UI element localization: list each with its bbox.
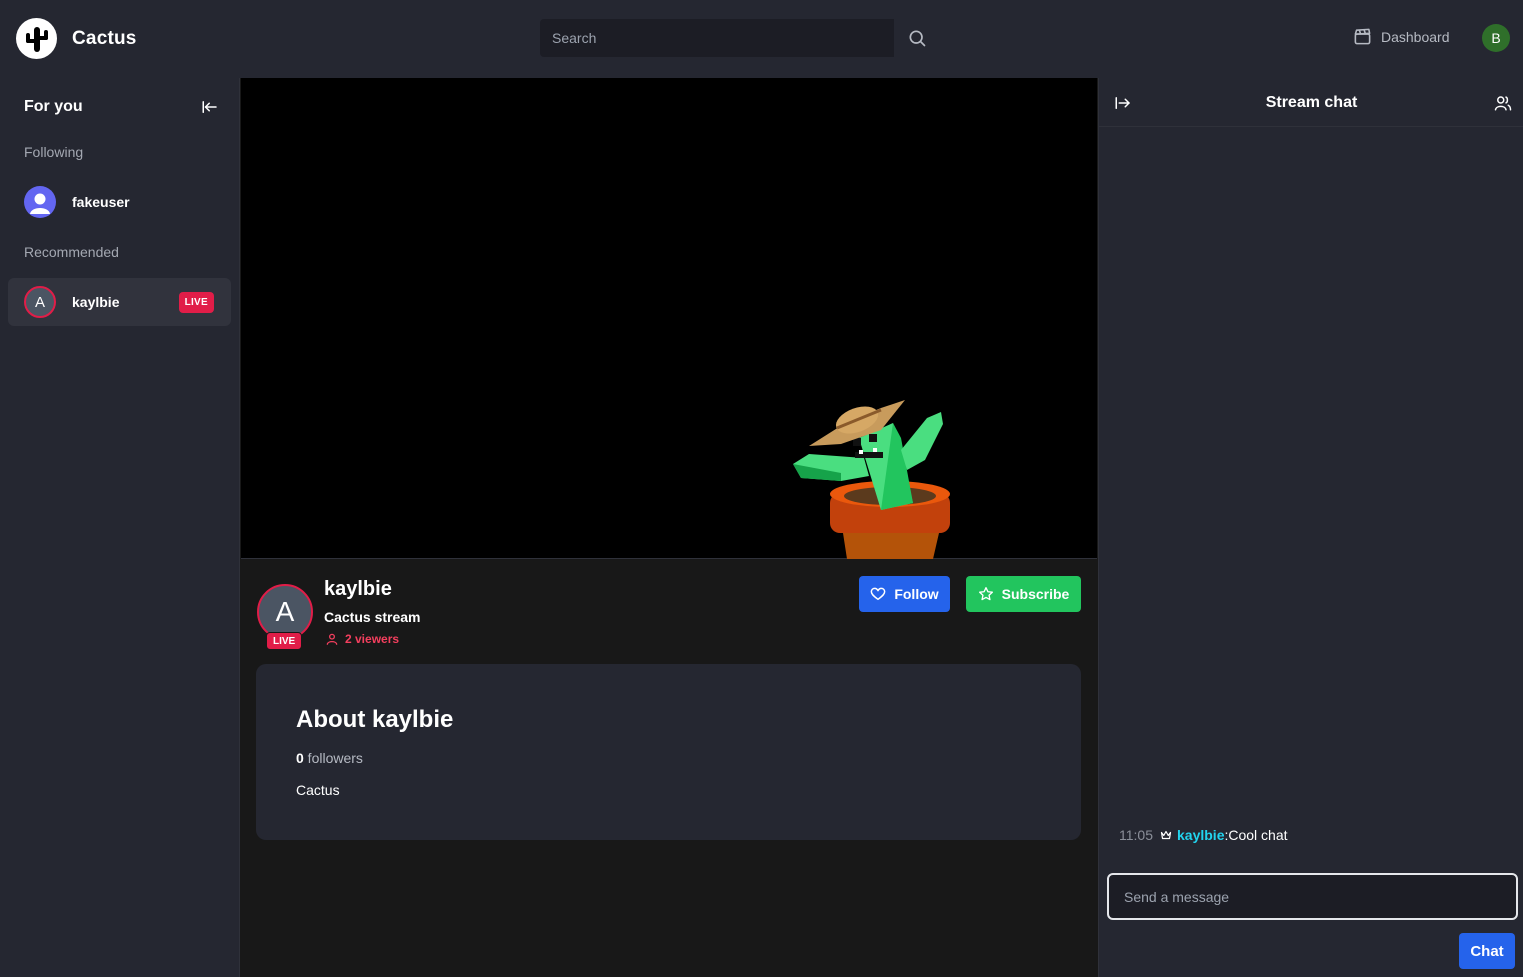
cactus-logo-icon	[16, 18, 57, 59]
follow-label: Follow	[894, 586, 939, 602]
app-logo[interactable]: Cactus	[16, 18, 137, 59]
subscribe-button[interactable]: Subscribe	[966, 576, 1081, 612]
video-player[interactable]	[241, 78, 1097, 559]
stream-info: A LIVE kaylbie Cactus stream 2 viewers F…	[241, 560, 1097, 977]
sidebar-item-kaylbie[interactable]: A kaylbie LIVE	[8, 278, 231, 326]
follower-count: 0 followers	[296, 750, 363, 766]
streamer-name: kaylbie	[324, 578, 392, 600]
user-icon	[326, 633, 338, 645]
following-section-label: Following	[24, 144, 84, 160]
top-navbar: Cactus Dashboard B	[0, 0, 1523, 78]
user-avatar[interactable]: B	[1482, 24, 1510, 52]
viewer-count: 2 viewers	[325, 632, 399, 646]
sidebar-item-label: kaylbie	[72, 294, 120, 310]
sidebar-item-fakeuser[interactable]: fakeuser	[8, 178, 231, 226]
arrow-left-to-line-icon	[202, 101, 217, 113]
sidebar-collapse-button[interactable]	[201, 98, 219, 121]
crown-icon	[1160, 829, 1172, 841]
search-input[interactable]	[540, 19, 894, 57]
avatar	[24, 186, 56, 218]
star-icon	[978, 587, 993, 601]
dashboard-label: Dashboard	[1381, 28, 1450, 45]
app-name: Cactus	[72, 27, 137, 49]
chat-message-time: 11:05	[1119, 827, 1153, 843]
follower-count-label: followers	[303, 750, 363, 766]
sidebar-title: For you	[24, 98, 83, 115]
live-badge: LIVE	[266, 632, 303, 650]
about-bio: Cactus	[296, 782, 340, 798]
search-icon	[909, 30, 926, 47]
stream-title: Cactus stream	[324, 609, 421, 625]
users-icon	[1494, 96, 1512, 111]
sidebar-item-label: fakeuser	[72, 194, 130, 210]
chat-message-user[interactable]: kaylbie	[1177, 827, 1224, 843]
avatar: A	[24, 286, 56, 318]
follow-button[interactable]: Follow	[859, 576, 950, 612]
about-card: About kaylbie 0 followers Cactus	[256, 664, 1081, 840]
search-button[interactable]	[894, 19, 940, 57]
viewer-count-label: 2 viewers	[345, 632, 400, 646]
chat-send-button[interactable]: Chat	[1459, 933, 1515, 969]
community-button[interactable]	[1494, 94, 1512, 117]
subscribe-label: Subscribe	[1001, 586, 1070, 602]
clapperboard-icon	[1354, 28, 1371, 45]
about-title: About kaylbie	[296, 706, 454, 733]
dashboard-link[interactable]: Dashboard	[1353, 27, 1450, 46]
cactus-stream-frame	[793, 400, 950, 559]
heart-icon	[870, 587, 886, 601]
chat-panel: Stream chat 11:05 kaylbie: Cool chat Cha…	[1098, 78, 1523, 977]
chat-header: Stream chat	[1099, 78, 1523, 127]
chat-message-text: Cool chat	[1228, 827, 1288, 843]
sidebar: For you Following fakeuser Recommended A…	[0, 78, 240, 977]
live-badge: LIVE	[178, 291, 214, 313]
user-silhouette-icon	[30, 193, 50, 214]
chat-message-input[interactable]	[1107, 873, 1518, 920]
search-bar	[540, 19, 940, 57]
follower-count-value: 0	[296, 750, 304, 766]
chat-title: Stream chat	[1265, 94, 1358, 111]
recommended-section-label: Recommended	[24, 244, 119, 260]
chat-message: 11:05 kaylbie: Cool chat	[1119, 827, 1288, 843]
